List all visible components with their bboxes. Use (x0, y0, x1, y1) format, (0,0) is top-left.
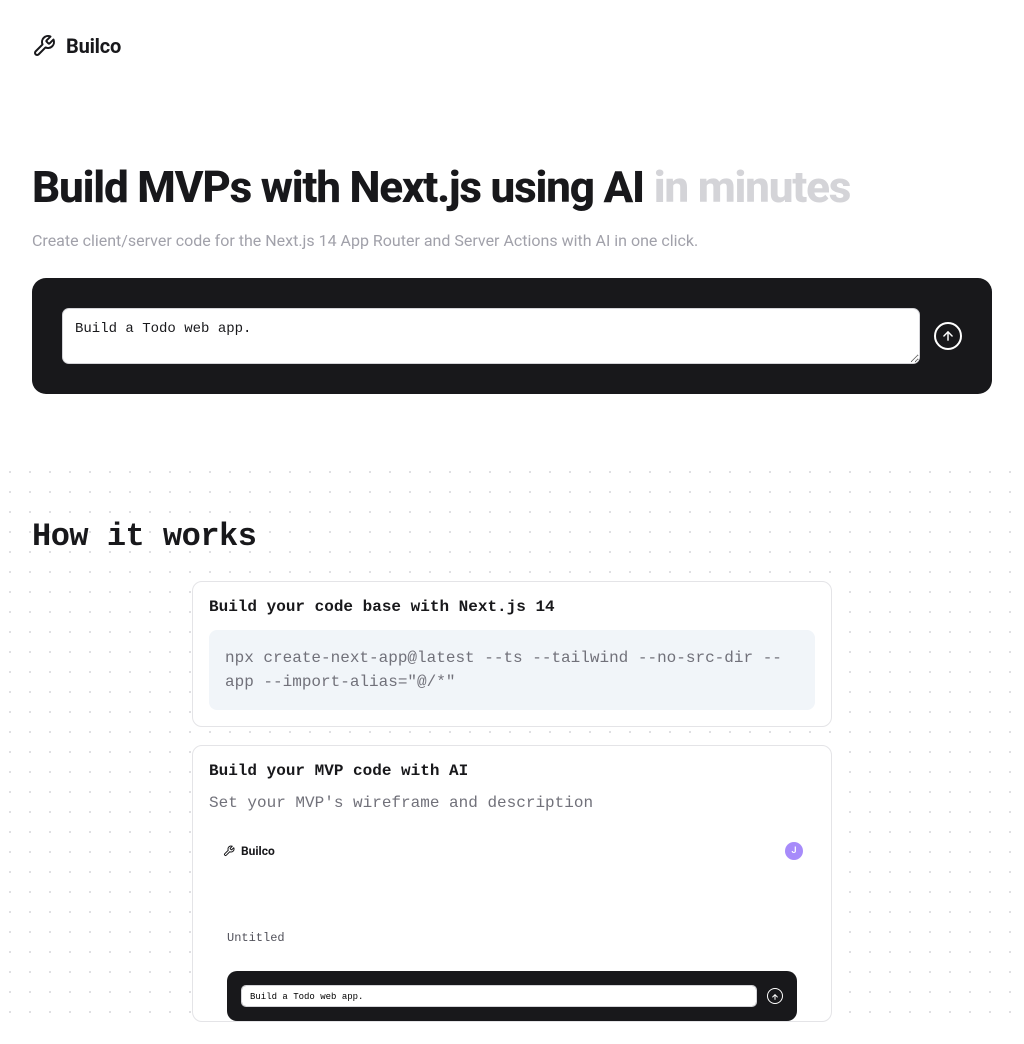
preview-submit-button (767, 988, 783, 1004)
step-1-code-block: npx create-next-app@latest --ts --tailwi… (209, 630, 815, 710)
wrench-icon (32, 34, 56, 58)
step-card-2: Build your MVP code with AI Set your MVP… (192, 745, 832, 1022)
step-2-desc: Set your MVP's wireframe and description (209, 794, 815, 812)
how-it-works-section: How it works Build your code base with N… (0, 462, 1024, 1022)
hero-title-suffix: in minutes (654, 161, 850, 213)
prompt-card (32, 278, 992, 394)
hero-title: Build MVPs with Next.js using AI in minu… (32, 162, 992, 213)
hero-subtitle: Create client/server code for the Next.j… (32, 231, 992, 250)
preview-prompt-input (241, 985, 757, 1007)
arrow-up-icon (771, 986, 779, 1005)
preview-header: Builco J (209, 836, 815, 861)
preview-brand-wrap: Builco (223, 842, 275, 861)
hero-title-main: Build MVPs with Next.js using AI (32, 161, 654, 213)
preview-shell: Builco J Untitled (209, 826, 815, 1021)
step-card-1: Build your code base with Next.js 14 npx… (192, 581, 832, 727)
brand-name: Builco (66, 34, 121, 58)
hero: Build MVPs with Next.js using AI in minu… (0, 82, 1024, 250)
avatar: J (785, 842, 803, 860)
step-2-title: Build your MVP code with AI (209, 762, 815, 780)
submit-button[interactable] (934, 322, 962, 350)
prompt-input[interactable] (62, 308, 920, 364)
wrench-icon (223, 842, 235, 861)
step-1-title: Build your code base with Next.js 14 (209, 598, 815, 616)
how-it-works-title: How it works (32, 518, 992, 555)
preview-brand: Builco (241, 844, 275, 858)
preview-prompt-card (227, 971, 797, 1021)
header: Builco (0, 0, 1024, 82)
arrow-up-icon (941, 329, 955, 343)
preview-body: Untitled (209, 861, 815, 1021)
preview-doc-title: Untitled (227, 931, 797, 945)
